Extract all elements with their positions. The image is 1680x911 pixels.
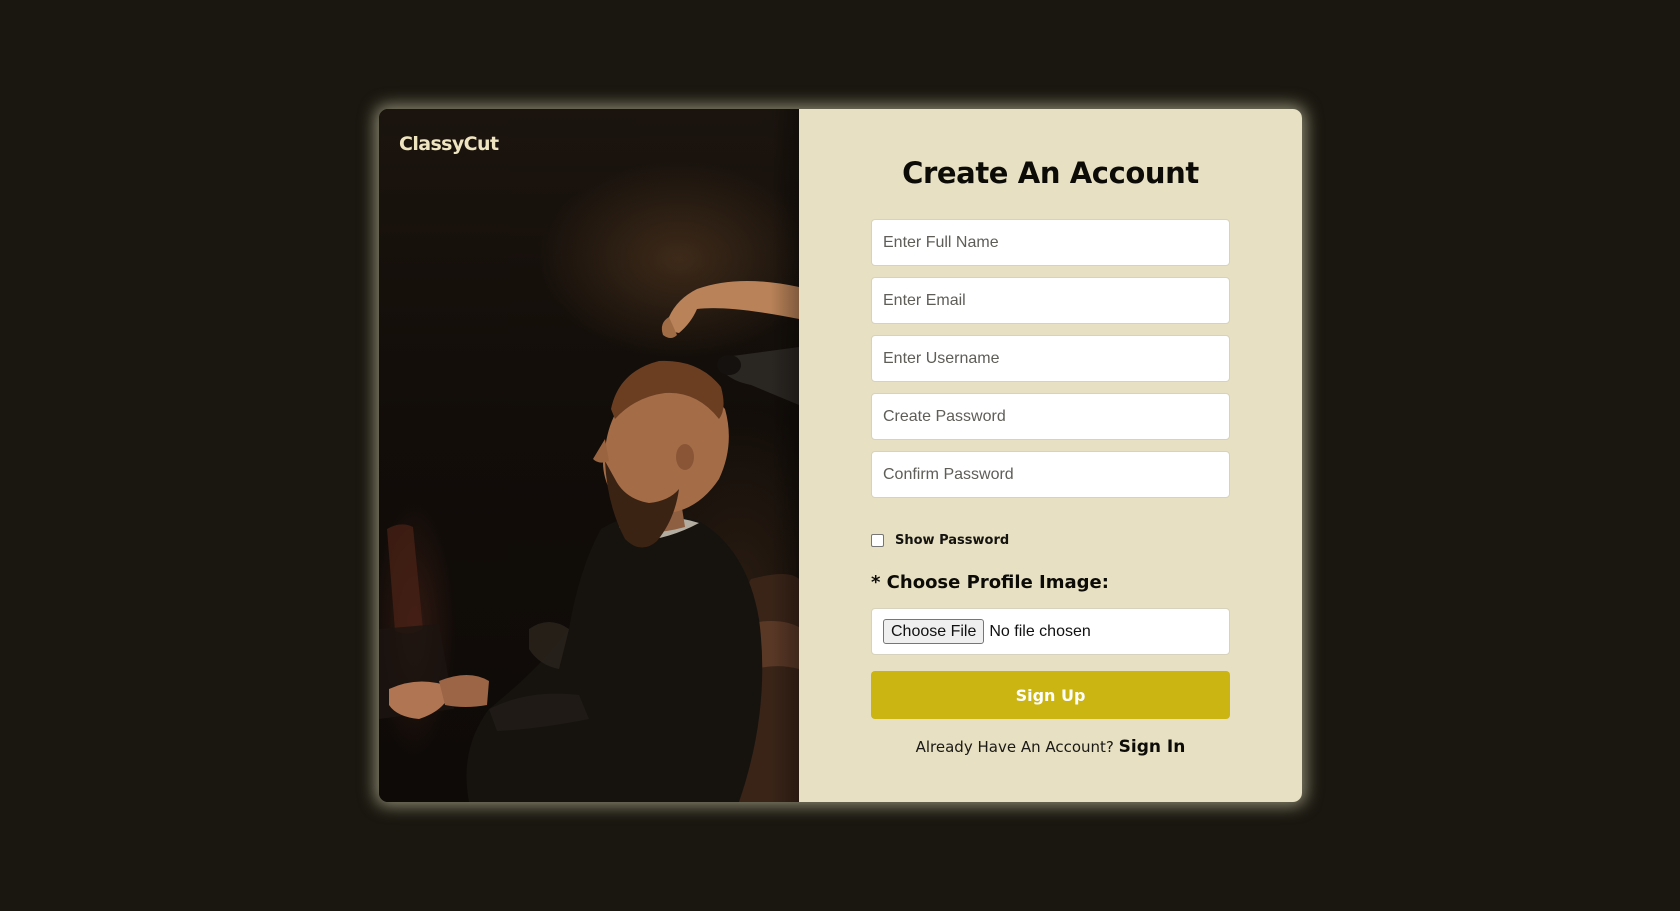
signin-prompt-text: Already Have An Account? [915, 738, 1114, 756]
username-input[interactable] [871, 335, 1230, 382]
page-title: Create An Account [902, 156, 1199, 190]
profile-image-label: * Choose Profile Image: [871, 572, 1109, 593]
full-name-input[interactable] [871, 219, 1230, 266]
sign-in-link[interactable]: Sign In [1119, 737, 1186, 757]
brand-logo[interactable]: ClassyCut [399, 133, 499, 155]
sign-up-button[interactable]: Sign Up [871, 671, 1230, 719]
show-password-label[interactable]: Show Password [895, 533, 1009, 548]
email-input[interactable] [871, 277, 1230, 324]
file-status-text: No file chosen [989, 622, 1091, 640]
signin-prompt-row: Already Have An Account? Sign In [799, 737, 1302, 757]
show-password-checkbox[interactable] [871, 534, 884, 547]
signup-form: Create An Account Show Password * Choose… [799, 109, 1302, 802]
barber-photo: ClassyCut [379, 109, 799, 802]
create-password-input[interactable] [871, 393, 1230, 440]
barber-illustration [379, 280, 799, 802]
signup-card: ClassyCut Create An Account Show Passwor… [379, 109, 1302, 802]
show-password-row: Show Password [871, 533, 1009, 548]
profile-image-input[interactable]: Choose File No file chosen [871, 608, 1230, 655]
choose-file-button[interactable]: Choose File [883, 619, 985, 644]
confirm-password-input[interactable] [871, 451, 1230, 498]
